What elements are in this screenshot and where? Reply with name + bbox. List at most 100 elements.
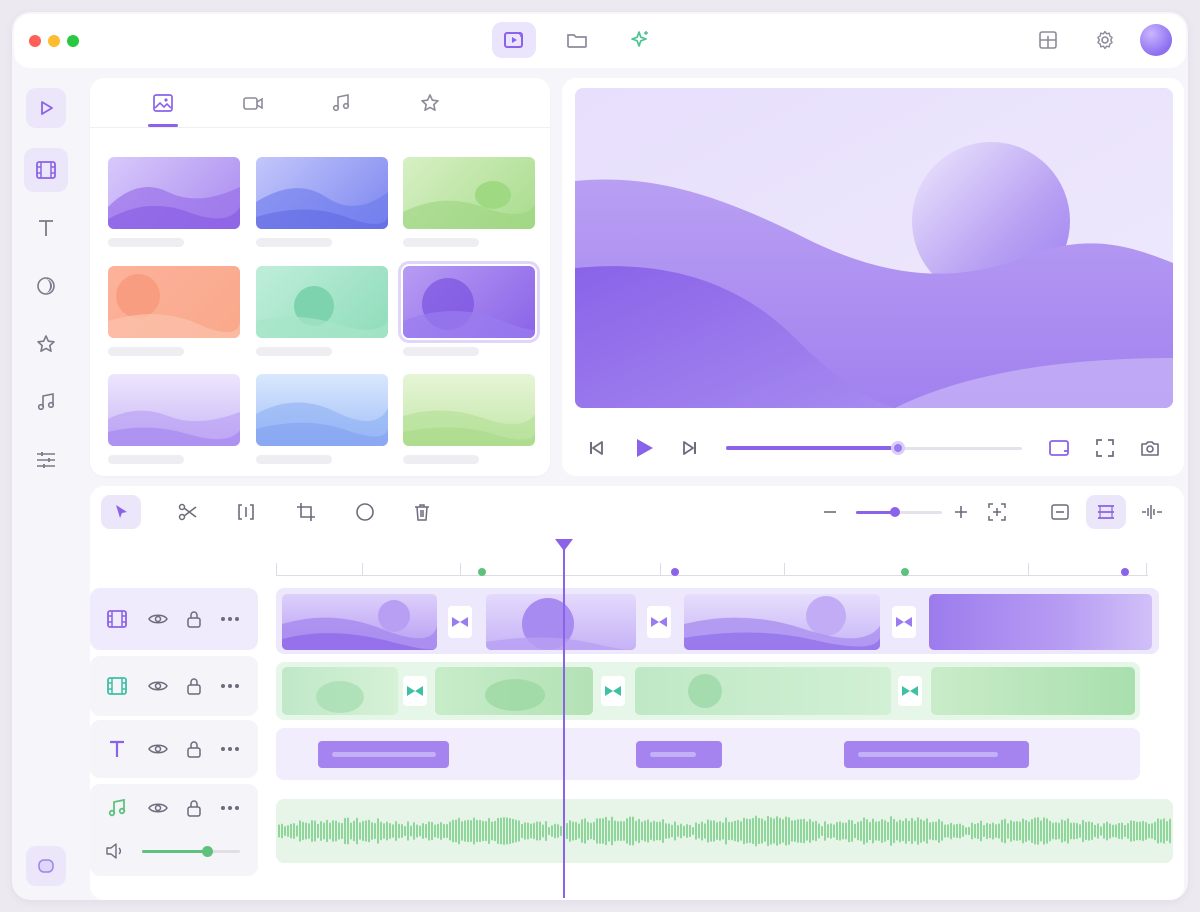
track-visibility-toggle[interactable] — [147, 608, 169, 630]
mask-tool-button[interactable] — [345, 495, 385, 529]
video-clip[interactable] — [486, 594, 636, 650]
video-track-button[interactable] — [106, 608, 128, 630]
transition-marker[interactable] — [403, 676, 427, 706]
collapse-tracks-button[interactable] — [1040, 495, 1080, 529]
media-thumbnail[interactable] — [256, 374, 388, 446]
sidebar-item-chat[interactable] — [26, 846, 66, 886]
waveform-bar — [710, 820, 712, 842]
eye-icon — [148, 744, 168, 754]
media-thumbnail[interactable] — [108, 266, 240, 338]
volume-slider-handle[interactable] — [201, 846, 213, 857]
track-more-button[interactable] — [219, 738, 241, 760]
track-lock-toggle[interactable] — [183, 675, 205, 697]
transition-marker[interactable] — [892, 606, 916, 638]
text-clip[interactable] — [636, 741, 722, 768]
user-avatar[interactable] — [1140, 24, 1172, 56]
track-more-button[interactable] — [219, 608, 241, 630]
ruler-marker[interactable] — [671, 568, 679, 576]
ruler-tick — [660, 563, 661, 575]
overlay-track-button[interactable] — [106, 675, 128, 697]
ruler-marker[interactable] — [901, 568, 909, 576]
sidebar-item-transitions[interactable] — [24, 264, 68, 308]
overlay-clip[interactable] — [635, 667, 891, 715]
sidebar-item-audio[interactable] — [24, 380, 68, 424]
waveform-bar — [479, 819, 481, 843]
tab-audio[interactable] — [321, 86, 361, 120]
play-button[interactable] — [630, 434, 658, 462]
cut-tool-button[interactable] — [168, 495, 208, 529]
zoom-slider-handle[interactable] — [890, 507, 900, 517]
window-minimize-button[interactable] — [48, 35, 60, 47]
sidebar-item-media[interactable] — [24, 148, 68, 192]
overlay-clip[interactable] — [435, 667, 593, 715]
transition-marker[interactable] — [448, 606, 472, 638]
video-clip[interactable] — [684, 594, 880, 650]
tab-favorites[interactable] — [410, 86, 450, 120]
media-thumbnail[interactable] — [403, 374, 535, 446]
layout-button[interactable] — [1026, 22, 1070, 58]
track-more-button[interactable] — [219, 797, 241, 819]
audio-track-button[interactable] — [106, 797, 128, 819]
skip-forward-button[interactable] — [676, 434, 704, 462]
media-thumbnail[interactable] — [403, 157, 535, 229]
expand-tracks-button[interactable] — [1086, 495, 1126, 529]
video-editor-button[interactable] — [492, 22, 536, 58]
overlay-clip[interactable] — [931, 667, 1135, 715]
waveform-bar — [806, 821, 808, 841]
waveform-bar — [650, 822, 652, 840]
audio-waveform-button[interactable] — [1132, 495, 1172, 529]
fullscreen-button[interactable] — [1091, 434, 1119, 462]
track-visibility-toggle[interactable] — [147, 738, 169, 760]
track-more-button[interactable] — [219, 675, 241, 697]
video-clip[interactable] — [282, 594, 437, 650]
skip-back-button[interactable] — [582, 434, 610, 462]
media-thumbnail[interactable] — [108, 374, 240, 446]
track-lock-toggle[interactable] — [183, 738, 205, 760]
media-thumbnail-selected[interactable] — [398, 261, 540, 343]
transition-marker[interactable] — [647, 606, 671, 638]
tab-images[interactable] — [143, 86, 183, 120]
window-maximize-button[interactable] — [67, 35, 79, 47]
sidebar-item-text[interactable] — [24, 206, 68, 250]
split-tool-button[interactable] — [226, 495, 266, 529]
media-thumbnail[interactable] — [108, 157, 240, 229]
snapshot-button[interactable] — [1136, 434, 1164, 462]
media-thumbnail[interactable] — [256, 266, 388, 338]
playback-scrubber-handle[interactable] — [890, 441, 905, 455]
transition-marker[interactable] — [601, 676, 625, 706]
track-visibility-toggle[interactable] — [147, 675, 169, 697]
transition-marker[interactable] — [898, 676, 922, 706]
text-clip[interactable] — [844, 741, 1029, 768]
projects-folder-button[interactable] — [555, 22, 599, 58]
select-tool-button[interactable] — [101, 495, 141, 529]
overlay-clip[interactable] — [282, 667, 398, 715]
aspect-ratio-button[interactable] — [1045, 434, 1073, 462]
track-visibility-toggle[interactable] — [147, 797, 169, 819]
waveform-bar — [707, 819, 709, 843]
text-clip[interactable] — [318, 741, 449, 768]
audio-waveform[interactable] — [276, 799, 1173, 863]
zoom-out-button[interactable] — [810, 495, 850, 529]
track-lock-toggle[interactable] — [183, 797, 205, 819]
zoom-in-button[interactable] — [941, 495, 981, 529]
ai-tools-button[interactable] — [618, 22, 662, 58]
waveform-bar — [875, 821, 877, 841]
settings-button[interactable] — [1083, 22, 1127, 58]
track-lock-toggle[interactable] — [183, 608, 205, 630]
tab-videos[interactable] — [233, 86, 273, 120]
waveform-bar — [626, 818, 628, 844]
video-clip[interactable] — [929, 594, 1152, 650]
crop-tool-button[interactable] — [286, 495, 326, 529]
sidebar-item-preview[interactable] — [26, 88, 66, 128]
fit-timeline-button[interactable] — [977, 495, 1017, 529]
ruler-marker[interactable] — [478, 568, 486, 576]
volume-button[interactable] — [104, 840, 126, 862]
waveform-bar — [1121, 822, 1123, 840]
window-close-button[interactable] — [29, 35, 41, 47]
delete-tool-button[interactable] — [402, 495, 442, 529]
media-thumbnail[interactable] — [256, 157, 388, 229]
ruler-marker[interactable] — [1121, 568, 1129, 576]
sidebar-item-effects[interactable] — [24, 322, 68, 366]
sidebar-item-adjust[interactable] — [24, 438, 68, 482]
text-track-button[interactable] — [106, 738, 128, 760]
